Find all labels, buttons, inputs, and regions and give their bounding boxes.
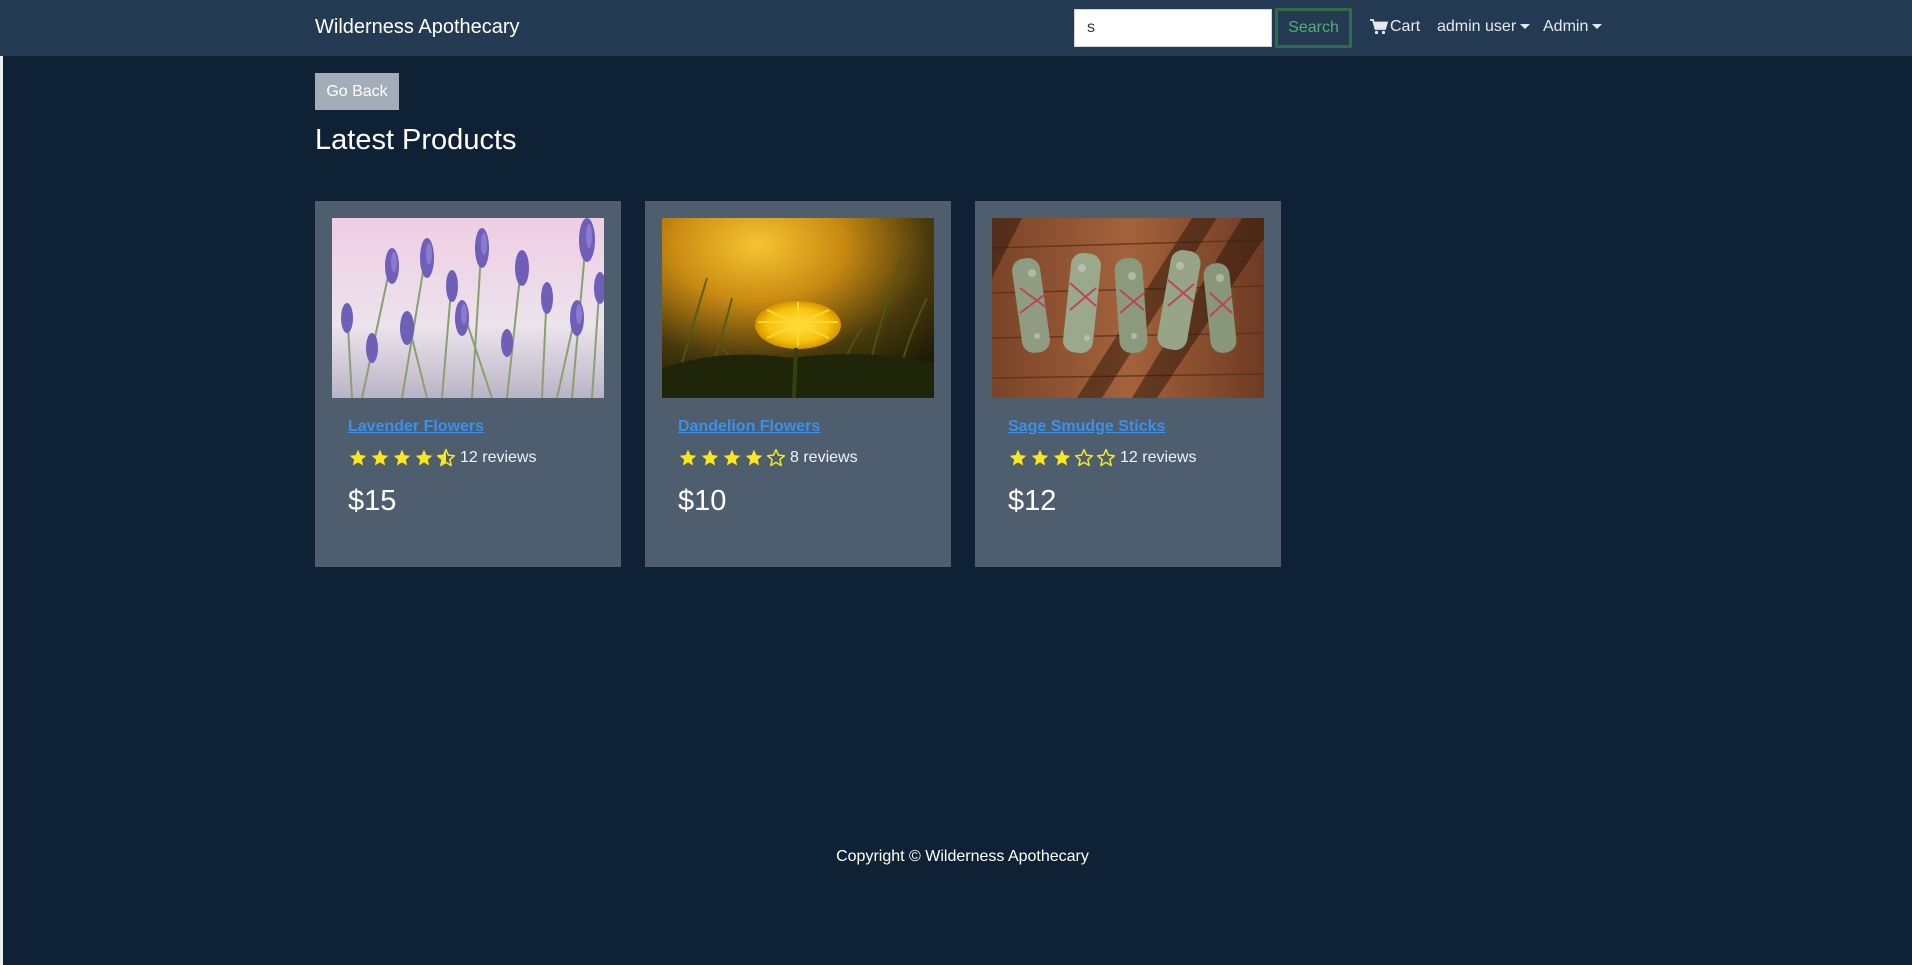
footer-copyright: Copyright © Wilderness Apothecary — [836, 848, 1089, 865]
cart-link[interactable]: Cart — [1370, 18, 1420, 36]
star-full-icon — [1031, 449, 1049, 466]
user-menu-label: admin user — [1437, 18, 1517, 35]
review-count: 12 reviews — [1120, 449, 1197, 466]
star-full-icon — [1009, 449, 1027, 466]
search-input[interactable] — [1074, 9, 1272, 47]
chevron-down-icon — [1520, 24, 1531, 30]
go-back-button[interactable]: Go Back — [315, 73, 399, 110]
navbar: Wilderness Apothecary Search Cart admin … — [0, 0, 1912, 56]
product-card: Lavender Flowers 12 reviews $15 — [315, 201, 621, 567]
product-rating: 12 reviews — [348, 448, 536, 468]
admin-menu-dropdown[interactable]: Admin — [1543, 18, 1603, 36]
product-rating: 12 reviews — [1008, 448, 1196, 468]
star-empty-icon — [1096, 448, 1116, 467]
product-image-dandelion[interactable] — [662, 218, 934, 398]
cart-label: Cart — [1390, 18, 1421, 35]
star-full-icon — [371, 449, 389, 466]
chevron-down-icon — [1592, 24, 1603, 30]
user-menu-dropdown[interactable]: admin user — [1437, 18, 1531, 36]
product-title-link[interactable]: Dandelion Flowers — [678, 418, 820, 436]
admin-menu-label: Admin — [1543, 18, 1589, 35]
product-title-link[interactable]: Lavender Flowers — [348, 418, 484, 436]
cart-icon — [1370, 19, 1388, 35]
product-title-link[interactable]: Sage Smudge Sticks — [1008, 418, 1165, 436]
star-empty-icon — [1074, 448, 1094, 467]
review-count: 8 reviews — [790, 449, 858, 466]
star-empty-icon — [766, 448, 786, 467]
product-card: Dandelion Flowers 8 reviews $10 — [645, 201, 951, 567]
star-full-icon — [415, 449, 433, 466]
star-full-icon — [723, 449, 741, 466]
product-rating: 8 reviews — [678, 448, 858, 468]
product-image-lavender[interactable] — [332, 218, 604, 398]
product-image-sage-sticks[interactable] — [992, 218, 1264, 398]
star-full-icon — [745, 449, 763, 466]
star-half-icon — [436, 448, 456, 467]
product-price: $10 — [678, 485, 727, 517]
star-full-icon — [679, 449, 697, 466]
page-title: Latest Products — [315, 124, 517, 156]
star-full-icon — [393, 449, 411, 466]
brand-logo-text[interactable]: Wilderness Apothecary — [315, 16, 520, 39]
star-full-icon — [349, 449, 367, 466]
product-price: $15 — [348, 485, 397, 517]
review-count: 12 reviews — [460, 449, 537, 466]
search-button[interactable]: Search — [1275, 8, 1352, 48]
product-price: $12 — [1008, 485, 1057, 517]
window-edge — [0, 0, 3, 965]
star-full-icon — [701, 449, 719, 466]
product-card: Sage Smudge Sticks 12 reviews $12 — [975, 201, 1281, 567]
star-full-icon — [1053, 449, 1071, 466]
